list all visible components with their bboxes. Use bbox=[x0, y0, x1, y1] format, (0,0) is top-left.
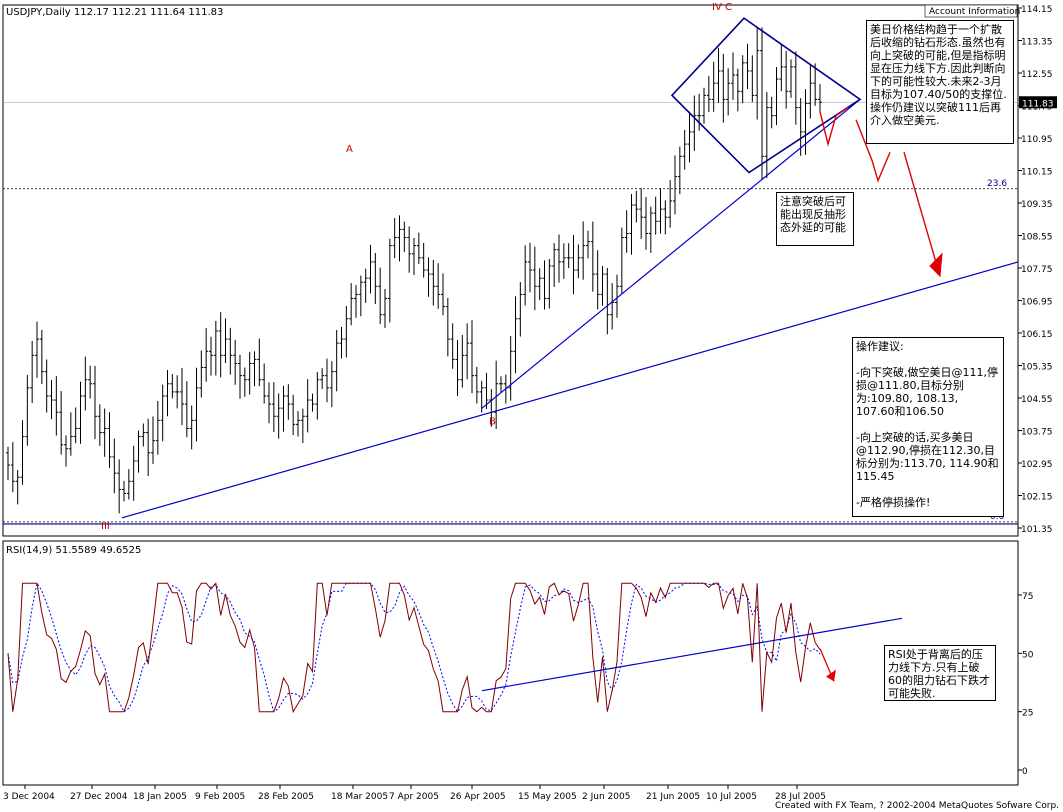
price-y-tick-label: 104.55 bbox=[1021, 395, 1053, 405]
price-y-tick-label: 106.15 bbox=[1021, 330, 1053, 340]
x-tick-label: 28 Feb 2005 bbox=[258, 792, 314, 802]
price-y-tick-label: 101.35 bbox=[1021, 525, 1053, 535]
rsi-resistance-trendline bbox=[481, 617, 903, 692]
fib-level-label: 23.6 bbox=[987, 179, 1007, 189]
price-y-tick-label: 108.55 bbox=[1021, 233, 1053, 243]
price-y-tick-label: 110.95 bbox=[1021, 135, 1053, 145]
x-tick-label: 7 Apr 2005 bbox=[389, 792, 439, 802]
x-tick-label: 28 Jul 2005 bbox=[775, 792, 826, 802]
breakout-note: 注意突破后可能出现反抽形态外延的可能 bbox=[776, 192, 854, 246]
rsi-y-tick-label: 75 bbox=[1022, 592, 1033, 602]
x-tick-label: 21 Jun 2005 bbox=[646, 792, 700, 802]
downside-arrow-head bbox=[929, 252, 943, 278]
price-y-tick-label: 113.35 bbox=[1021, 38, 1053, 48]
price-y-tick-label: 106.95 bbox=[1021, 298, 1053, 308]
account-info-label: Account Information bbox=[929, 7, 1020, 17]
x-tick-label: 18 Jan 2005 bbox=[133, 792, 187, 802]
current-price-label: 111.83 bbox=[1022, 99, 1054, 109]
footer-credit: Created with FX Team, ? 2002-2004 MetaQu… bbox=[775, 801, 1059, 811]
x-tick-label: 15 May 2005 bbox=[518, 792, 577, 802]
downside-arrow-line bbox=[903, 152, 941, 277]
price-y-tick-label: 109.35 bbox=[1021, 200, 1053, 210]
price-y-tick-label: 102.15 bbox=[1021, 493, 1053, 503]
wave-label-b: B bbox=[489, 416, 496, 427]
price-y-tick-label: 110.15 bbox=[1021, 168, 1053, 178]
x-tick-label: 18 Mar 2005 bbox=[331, 792, 388, 802]
x-tick-label: 2 Jun 2005 bbox=[582, 792, 630, 802]
price-y-tick-label: 114.15 bbox=[1021, 5, 1053, 15]
price-y-tick-label: 105.35 bbox=[1021, 363, 1053, 373]
rsi-panel-frame bbox=[2, 540, 1019, 786]
rsi-header: RSI(14,9) 51.5589 49.6525 bbox=[6, 545, 141, 556]
price-y-tick-label: 102.95 bbox=[1021, 460, 1053, 470]
rsi-down-arrow-head bbox=[826, 669, 836, 682]
diamond-pattern bbox=[670, 17, 862, 174]
rsi-y-tick-label: 50 bbox=[1022, 650, 1034, 660]
symbol-header: USDJPY,Daily 112.17 112.21 111.64 111.83 bbox=[6, 7, 223, 18]
diamond-note: 美日价格结构趋于一个扩散后收缩的钻石形态.虽然也有向上突破的可能,但是指标明显在… bbox=[866, 20, 1014, 144]
x-tick-label: 10 Jul 2005 bbox=[706, 792, 757, 802]
rsi-y-tick-label: 0 bbox=[1022, 767, 1028, 777]
x-tick-label: 26 Apr 2005 bbox=[450, 792, 506, 802]
price-y-tick-label: 103.75 bbox=[1021, 428, 1053, 438]
wave-label-a: A bbox=[346, 144, 353, 155]
rsi-y-tick-label: 25 bbox=[1022, 709, 1033, 719]
price-y-tick-label: 112.55 bbox=[1021, 70, 1053, 80]
x-tick-label: 27 Dec 2004 bbox=[70, 792, 128, 802]
advice-note: 操作建议: -向下突破,做空美日@111,停损@111.80,目标分别为:109… bbox=[852, 337, 1004, 517]
rising-trendline bbox=[481, 98, 861, 409]
rsi-note: RSI处于背离后的压力线下方.只有上破60的阻力钻石下跌才可能失败. bbox=[884, 645, 996, 701]
x-tick-label: 3 Dec 2004 bbox=[3, 792, 55, 802]
price-y-tick-label: 107.75 bbox=[1021, 265, 1053, 275]
wave-label-ivc: IV C bbox=[712, 2, 732, 13]
wave-label-iii: III bbox=[101, 521, 110, 532]
x-tick-label: 9 Feb 2005 bbox=[195, 792, 245, 802]
